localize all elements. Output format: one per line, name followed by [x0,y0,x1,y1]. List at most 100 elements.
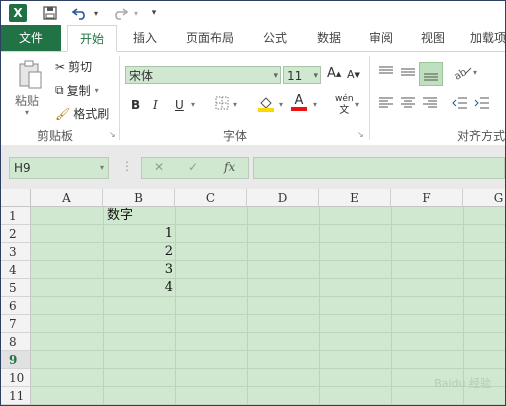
clipboard-launcher-icon[interactable]: ↘ [109,130,116,139]
row-header-1[interactable]: 1 [1,207,31,225]
paste-dropdown-icon[interactable]: ▾ [25,108,29,117]
divider [369,56,370,140]
align-middle-icon[interactable] [399,64,417,80]
align-right-icon[interactable] [421,96,439,110]
tab-view[interactable]: 视图 [411,25,455,51]
insert-function-icon[interactable]: fx [224,160,235,174]
select-all-corner[interactable] [1,189,31,207]
copy-dropdown-icon: ▾ [94,86,99,95]
paste-icon[interactable] [15,58,45,92]
gridline [31,296,505,297]
tab-file[interactable]: 文件 [1,25,61,51]
cancel-icon[interactable]: ✕ [154,160,164,174]
gridline [391,207,392,405]
column-header-f[interactable]: F [391,189,463,207]
phonetic-guide-icon[interactable]: wén 文 [335,94,354,116]
italic-button[interactable]: I [153,98,158,112]
copy-label: 复制 [66,84,91,98]
cell-b3[interactable]: 2 [105,243,173,261]
name-box[interactable]: H9 ▾ [9,157,109,179]
undo-icon[interactable] [71,4,89,22]
paste-button[interactable]: 粘贴 [15,92,39,109]
tab-insert[interactable]: 插入 [123,25,167,51]
borders-icon[interactable] [215,96,229,110]
font-color-icon[interactable]: A [291,94,307,111]
tab-formulas[interactable]: 公式 [253,25,297,51]
excel-app-icon: X [9,4,27,22]
font-size-box[interactable]: 11 ▾ [283,66,321,84]
column-header-d[interactable]: D [247,189,319,207]
row-header-9[interactable]: 9 [1,351,31,369]
row-header-2[interactable]: 2 [1,225,31,243]
copy-icon: ⧉ [55,83,64,97]
increase-font-icon[interactable]: A ▲ [327,66,341,81]
fill-color-dropdown-icon[interactable]: ▾ [279,100,283,109]
font-name-value: 宋体 [129,69,154,83]
tab-page-layout[interactable]: 页面布局 [177,25,243,51]
font-size-value: 11 [287,69,303,83]
column-header-c[interactable]: C [175,189,247,207]
cut-label: 剪切 [68,60,93,74]
align-top-icon[interactable] [377,64,395,80]
row-header-11[interactable]: 11 [1,387,31,405]
phonetic-dropdown-icon[interactable]: ▾ [355,100,359,109]
column-header-a[interactable]: A [31,189,103,207]
orientation-dropdown-icon[interactable]: ▾ [473,68,477,77]
formula-buttons: ✕ ✓ fx [141,157,249,179]
gridline [247,207,248,405]
row-header-8[interactable]: 8 [1,333,31,351]
gridline [31,260,505,261]
row-header-6[interactable]: 6 [1,297,31,315]
name-box-value: H9 [14,161,31,175]
formula-input[interactable] [253,157,505,179]
orientation-icon[interactable]: ab [453,64,473,80]
increase-indent-icon[interactable] [473,96,491,110]
enter-icon[interactable]: ✓ [188,160,198,174]
gridline [31,350,505,351]
redo-icon[interactable] [111,4,129,22]
bold-button[interactable]: B [131,98,140,112]
column-header-b[interactable]: B [103,189,175,207]
formula-bar-grip-icon: ⋮ [121,159,133,173]
customize-qat-icon[interactable]: ▾ [149,4,159,22]
align-bottom-icon[interactable] [419,62,443,86]
column-header-g[interactable]: G [463,189,505,207]
decrease-font-icon[interactable]: A ▼ [347,68,360,81]
format-painter-label: 格式刷 [73,107,110,121]
align-left-icon[interactable] [377,96,395,110]
copy-button[interactable]: ⧉ 复制 ▾ [55,82,99,99]
column-header-e[interactable]: E [319,189,391,207]
tab-review[interactable]: 审阅 [359,25,403,51]
row-header-5[interactable]: 5 [1,279,31,297]
underline-button[interactable]: U [175,98,184,112]
gridline [31,404,505,405]
cell-b4[interactable]: 3 [105,261,173,279]
cut-button[interactable]: ✂ 剪切 [55,58,92,75]
tab-home[interactable]: 开始 [67,25,117,52]
row-header-10[interactable]: 10 [1,369,31,387]
gridline [103,207,104,405]
fill-color-icon[interactable] [257,94,275,112]
format-painter-button[interactable]: 🖌 格式刷 [55,105,109,122]
row-header-7[interactable]: 7 [1,315,31,333]
underline-dropdown-icon[interactable]: ▾ [191,100,195,109]
row-header-3[interactable]: 3 [1,243,31,261]
tab-add-ins[interactable]: 加载项 [463,25,505,51]
font-launcher-icon[interactable]: ↘ [357,130,364,139]
cell-b1[interactable]: 数字 [105,207,175,225]
undo-dropdown-icon[interactable]: ▾ [91,4,101,22]
font-color-dropdown-icon[interactable]: ▾ [313,100,317,109]
row-header-4[interactable]: 4 [1,261,31,279]
font-size-dropdown-icon: ▾ [313,71,318,81]
cell-b5[interactable]: 4 [105,279,173,297]
borders-dropdown-icon[interactable]: ▾ [233,100,237,109]
save-icon[interactable] [41,4,59,22]
ribbon-home: 粘贴 ▾ ✂ 剪切 ⧉ 复制 ▾ 🖌 格式刷 剪贴板 ↘ 宋体 ▾ 11 ▾ A… [1,52,505,146]
font-name-box[interactable]: 宋体 ▾ [125,66,281,84]
align-center-icon[interactable] [399,96,417,110]
font-group-label: 字体 [223,129,248,143]
cell-b2[interactable]: 1 [105,225,173,243]
decrease-indent-icon[interactable] [451,96,469,110]
redo-dropdown-icon[interactable]: ▾ [131,4,141,22]
tab-data[interactable]: 数据 [307,25,351,51]
